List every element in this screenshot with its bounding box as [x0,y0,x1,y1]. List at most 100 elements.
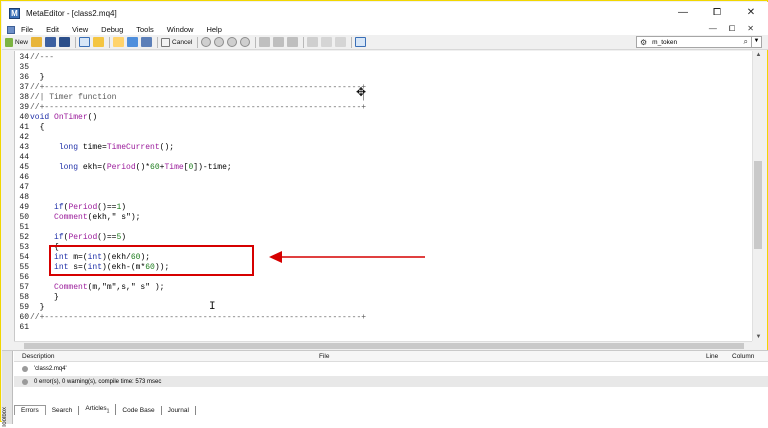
vertical-scroll-thumb[interactable] [754,161,762,249]
code-line[interactable]: { [30,123,45,132]
window-title: MetaEditor - [class2.mq4] [26,8,117,18]
copy-button[interactable] [321,37,333,48]
code-line[interactable]: Comment(m,"m",s," s" ); [30,283,164,292]
list-item[interactable]: 'class2.mq4' [14,363,768,374]
line-number: 39 [19,103,29,112]
tab-search[interactable]: Search [46,406,80,415]
scroll-up-icon[interactable]: ▲ [753,52,764,58]
code-line[interactable]: } [30,303,45,312]
line-number: 57 [19,283,29,292]
errors-header: Description File Line Column [14,351,768,362]
code-line[interactable]: Comment(ekh," s"); [30,213,140,222]
toolbox-side-tab[interactable]: Toolbox [2,351,13,428]
column-file[interactable]: File [319,353,329,360]
debug-stop-button[interactable] [240,37,251,48]
code-line[interactable]: } [30,293,59,302]
horizontal-scrollbar[interactable] [14,341,752,350]
search-input[interactable]: m_token [652,39,743,46]
maximize-button[interactable]: ⧠ [700,2,734,24]
line-number: 42 [19,133,29,142]
editor-icon: M [9,7,20,19]
step-into-icon [259,37,271,47]
menu-window[interactable]: Window [167,25,194,34]
toolbox-label: Toolbox [2,407,8,428]
code-line[interactable]: void OnTimer() [30,113,97,122]
doc-minimize-button[interactable]: — [709,24,717,34]
search-icon[interactable]: ⌕ [744,37,748,47]
column-line[interactable]: Line [706,353,718,360]
tab-code-base[interactable]: Code Base [116,406,162,415]
wizard-button[interactable] [113,37,125,48]
list-item[interactable]: 0 error(s), 0 warning(s), compile time: … [14,376,768,387]
debug-pause-button[interactable] [227,37,238,48]
step-over-icon [273,37,285,47]
doc-restore-button[interactable]: ⧠ [729,24,735,34]
code-line[interactable]: //--- [30,53,54,62]
menu-debug[interactable]: Debug [101,25,123,34]
line-number: 61 [19,323,29,332]
terminal-button[interactable] [355,37,367,48]
line-number: 55 [19,263,29,272]
tab-articles[interactable]: Articles1 [79,403,117,415]
cancel-label: Cancel [172,38,193,46]
toolbar-separator [351,36,353,48]
line-number: 43 [19,143,29,152]
line-number: 60 [19,313,29,322]
search-box[interactable]: ⚙ m_token ⌕ ▼ [636,36,762,48]
new-button[interactable]: New [5,37,28,48]
debug-history-button[interactable] [214,37,225,48]
compile-button[interactable] [127,37,139,48]
step-into-button[interactable] [259,37,271,48]
code-editor[interactable]: 34//--- 35 36 } 37//+----------------------… [14,51,752,341]
line-number: 47 [19,183,29,192]
menu-help[interactable]: Help [206,25,221,34]
code-line[interactable]: long time=TimeCurrent(); [30,143,174,152]
code-line[interactable]: } [30,73,45,82]
minimize-button[interactable]: — [666,2,700,24]
chevron-down-icon [141,37,153,47]
code-line[interactable]: //+-------------------------------------… [30,313,366,322]
toolbox-icon [93,37,105,47]
menu-view[interactable]: View [72,25,88,34]
menu-edit[interactable]: Edit [46,25,59,34]
document-icon[interactable] [7,25,15,34]
save-all-button[interactable] [59,37,71,48]
column-description[interactable]: Description [22,353,55,360]
toolbar-separator [303,36,305,48]
doc-close-button[interactable]: ✕ [747,24,754,34]
navigator-icon [79,37,91,47]
code-line[interactable]: if(Period()==1) [30,203,126,212]
paste-button[interactable] [335,37,347,48]
code-line[interactable]: if(Period()==5) [30,233,126,242]
menu-tools[interactable]: Tools [136,25,154,34]
run-button[interactable] [307,37,319,48]
column-column[interactable]: Column [732,353,754,360]
toolbar-separator [157,36,159,48]
code-line[interactable]: //+-------------------------------------… [30,103,366,112]
horizontal-scroll-thumb[interactable] [24,343,744,349]
save-button[interactable] [45,37,57,48]
cancel-button[interactable]: Cancel [161,37,192,48]
code-line[interactable]: //+-------------------------------------… [30,83,366,92]
code-line[interactable]: long ekh=(Period()*60+Time[0])-time; [30,163,232,172]
search-dropdown-button[interactable]: ▼ [751,36,761,48]
scroll-down-icon[interactable]: ▼ [753,334,764,340]
close-button[interactable]: ✕ [734,2,768,24]
code-line[interactable]: //| Timer function | [30,93,366,102]
step-over-button[interactable] [273,37,285,48]
tab-journal[interactable]: Journal [162,406,196,415]
vertical-scrollbar[interactable]: ▲ ▼ [752,51,763,341]
navigator-button[interactable] [79,37,91,48]
debug-start-button[interactable] [201,37,212,48]
open-button[interactable] [31,37,43,48]
move-cursor-icon: ✥ [356,85,367,99]
tab-errors[interactable]: Errors [14,405,46,415]
menu-file[interactable]: File [21,25,33,34]
play-history-icon [214,37,225,47]
compile-dropdown-button[interactable] [141,37,153,48]
toolbox-button[interactable] [93,37,105,48]
line-number: 44 [19,153,29,162]
line-number: 34 [19,53,29,62]
step-out-button[interactable] [287,37,299,48]
save-icon [45,37,57,47]
